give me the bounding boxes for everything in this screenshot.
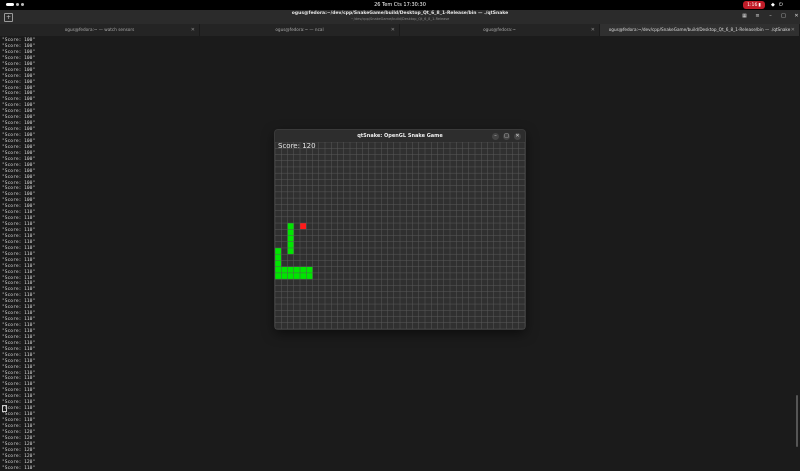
tab-label: ogus@fedora:~/dev/cpp/SnakeGame/build/De… — [609, 27, 791, 32]
terminal-headerbar: + ogus@fedora:~/dev/cpp/SnakeGame/build/… — [0, 10, 800, 25]
clock[interactable]: 26 Tem Cts 17:30:30 — [0, 2, 800, 8]
snake-segment — [288, 248, 295, 255]
top-bar: 26 Tem Cts 17:30:30 1:16 ▮ ◆ ⏻ — [0, 0, 800, 10]
game-window[interactable]: qtSnake: OpenGL Snake Game – □ ✕ Score: … — [275, 130, 525, 329]
snake-segment — [275, 267, 282, 274]
tab-ncal[interactable]: ogus@fedora:~ — ncal ✕ — [200, 24, 400, 36]
snake-segment — [300, 273, 307, 280]
food-pellet — [300, 223, 307, 230]
tab-label: ogus@fedora:~ — watch sensors — [65, 27, 135, 32]
snake-segment — [275, 254, 282, 261]
system-tray[interactable]: ◆ ⏻ — [771, 2, 783, 8]
minimize-icon[interactable]: – — [492, 133, 499, 140]
tab-overview-icon[interactable]: ▦ — [741, 13, 748, 20]
snake-segment — [306, 273, 313, 280]
battery-icon: ▮ — [758, 3, 761, 8]
maximize-icon[interactable]: □ — [780, 13, 787, 20]
maximize-icon[interactable]: □ — [503, 133, 510, 140]
tab-home[interactable]: ogus@fedora:~ ✕ — [400, 24, 600, 36]
minimize-icon[interactable]: – — [767, 13, 774, 20]
snake-segment — [294, 267, 301, 274]
power-icon: ⏻ — [779, 2, 783, 8]
snake-segment — [288, 242, 295, 249]
snake-segment — [275, 273, 282, 280]
terminal-line: "Score: 110" — [0, 466, 794, 471]
score-label: Score: 120 — [278, 142, 316, 150]
snake-segment — [288, 236, 295, 243]
window-title: ogus@fedora:~/dev/cpp/SnakeGame/build/De… — [0, 11, 800, 16]
tab-qtsnake[interactable]: ogus@fedora:~/dev/cpp/SnakeGame/build/De… — [600, 24, 800, 36]
battery-time: 1:16 — [747, 3, 757, 8]
close-icon[interactable]: ✕ — [793, 13, 800, 20]
snake-segment — [281, 273, 288, 280]
snake-segment — [281, 267, 288, 274]
close-icon[interactable]: ✕ — [514, 133, 521, 140]
close-tab-icon[interactable]: ✕ — [591, 24, 595, 36]
game-canvas[interactable] — [275, 142, 525, 329]
network-icon: ◆ — [771, 2, 775, 8]
game-titlebar[interactable]: qtSnake: OpenGL Snake Game – □ ✕ — [275, 130, 525, 142]
tab-bar: ogus@fedora:~ — watch sensors ✕ ogus@fed… — [0, 24, 800, 36]
scrollbar[interactable] — [796, 395, 798, 447]
terminal-cursor — [2, 405, 7, 412]
snake-segment — [288, 267, 295, 274]
snake-segment — [300, 267, 307, 274]
close-tab-icon[interactable]: ✕ — [791, 24, 795, 36]
window-subtitle: ~/dev/cpp/SnakeGame/build/Desktop_Qt_6_8… — [0, 17, 800, 21]
snake-segment — [288, 223, 295, 230]
tab-watch-sensors[interactable]: ogus@fedora:~ — watch sensors ✕ — [0, 24, 200, 36]
snake-segment — [288, 229, 295, 236]
battery-indicator[interactable]: 1:16 ▮ — [743, 1, 765, 9]
snake-segment — [275, 260, 282, 267]
menu-icon[interactable]: ≡ — [754, 13, 761, 20]
snake-segment — [288, 273, 295, 280]
close-tab-icon[interactable]: ✕ — [391, 24, 395, 36]
snake-segment — [294, 273, 301, 280]
snake-segment — [306, 267, 313, 274]
game-window-title: qtSnake: OpenGL Snake Game — [275, 133, 525, 139]
snake-segment — [275, 248, 282, 255]
tab-label: ogus@fedora:~ — ncal — [275, 27, 323, 32]
close-tab-icon[interactable]: ✕ — [191, 24, 195, 36]
tab-label: ogus@fedora:~ — [483, 27, 516, 32]
